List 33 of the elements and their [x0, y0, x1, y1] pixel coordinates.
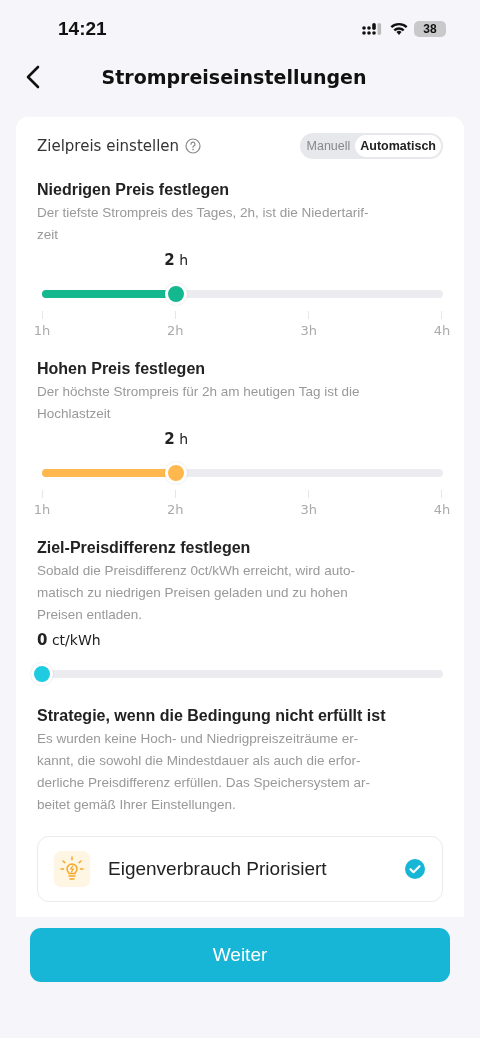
tick-label: 1h [33, 323, 51, 338]
page-title: Strompreiseinstellungen [100, 66, 368, 88]
tick-label: 4h [433, 323, 451, 338]
option-label: Eigenverbrauch Priorisiert [108, 858, 328, 880]
signal-icon [362, 22, 384, 36]
section-description: Der tiefste Strompreis des Tages, 2h, ist die Niedertarif- zeit [37, 204, 370, 244]
help-icon[interactable] [185, 138, 202, 154]
tick-label: 4h [433, 502, 451, 517]
section-title: Hohen Preis festlegen [37, 360, 207, 378]
section-description: Der höchste Strompreis für 2h am heutigen Tag ist die Hochlastzeit [37, 383, 361, 423]
section-title: Niedrigen Preis festlegen [37, 181, 231, 199]
battery-level: 38 [423, 22, 437, 36]
strategy-option[interactable]: Eigenverbrauch Priorisiert [37, 836, 443, 902]
tick-label: 2h [167, 323, 184, 338]
slider-thumb[interactable] [31, 663, 53, 685]
slider-thumb[interactable] [164, 283, 187, 305]
tick-label: 3h [300, 323, 317, 338]
section-title: Strategie, wenn die Bedingung nicht erfüllt ist [37, 707, 387, 725]
lightbulb-icon [54, 851, 90, 887]
wifi-icon [390, 22, 408, 36]
mode-tab[interactable]: Automatisch [355, 135, 441, 157]
tick-label: 2h [167, 502, 184, 517]
slider-thumb[interactable] [164, 462, 187, 484]
slider-value: 2 h [164, 251, 189, 269]
status-time: 14:21 [58, 18, 107, 40]
tick-label: 3h [300, 502, 317, 517]
slider-value: 0 ct/kWh [37, 631, 101, 649]
slider-value: 2 h [164, 430, 189, 448]
section-title: Ziel-Preisdifferenz festlegen [37, 539, 252, 557]
section-description: Es wurden keine Hoch- und Niedrigpreiszeiträume er- kannt, die sowohl die Mindestdauer als auch die erfor- derliche Preisdifferenz erfüllen. Das Speichersystem ar- beitet gemäß Ihrer Einstellungen. [37, 730, 371, 814]
section-description: Sobald die Preisdifferenz 0ct/kWh erreicht, wird auto- matisch zu niedrigen Preisen geladen und zu hohen Preisen entladen. [37, 562, 356, 624]
tick-label: 1h [33, 502, 51, 517]
section-label: Zielpreis einstellen [37, 137, 180, 155]
